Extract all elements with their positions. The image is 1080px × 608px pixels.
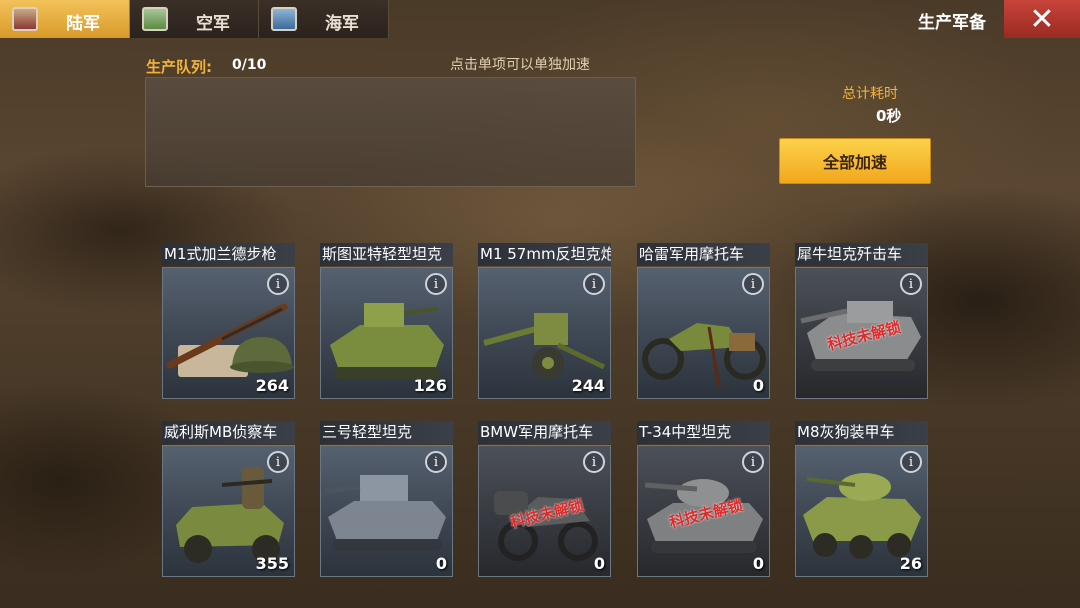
ship-flag-icon — [271, 7, 297, 31]
unit-name: BMW军用摩托车 — [478, 421, 611, 444]
tab-navy[interactable]: 海军 — [259, 0, 389, 38]
unit-name: M1式加兰德步枪 — [162, 243, 295, 266]
info-icon[interactable]: i — [267, 273, 289, 295]
close-icon: ✕ — [1029, 1, 1055, 37]
queue-count: 0/10 — [232, 57, 267, 73]
unit-card-locked[interactable]: T-34中型坦克 i 科技未解锁 0 — [637, 421, 770, 577]
close-button[interactable]: ✕ — [1004, 0, 1080, 38]
unit-name: 威利斯MB侦察车 — [162, 421, 295, 444]
info-icon[interactable]: i — [742, 451, 764, 473]
unit-name: 斯图亚特轻型坦克 — [320, 243, 453, 266]
unit-card[interactable]: M1 57mm反坦克炮 i 244 — [478, 243, 611, 399]
tank-flag-icon — [12, 7, 38, 31]
info-icon[interactable]: i — [900, 451, 922, 473]
page-title: 生产军备 — [918, 13, 986, 33]
tab-air-force[interactable]: 空军 — [130, 0, 259, 38]
unit-name: M1 57mm反坦克炮 — [478, 243, 611, 266]
unit-count: 0 — [435, 554, 447, 573]
queue-hint: 点击单项可以单独加速 — [450, 57, 590, 73]
info-icon[interactable]: i — [267, 451, 289, 473]
unit-card-locked[interactable]: 犀牛坦克歼击车 i 科技未解锁 — [795, 243, 928, 399]
production-queue[interactable] — [145, 77, 636, 187]
info-icon[interactable]: i — [583, 451, 605, 473]
tab-navy-label: 海军 — [325, 14, 359, 34]
info-icon[interactable]: i — [425, 273, 447, 295]
plane-flag-icon — [142, 7, 168, 31]
unit-count: 0 — [752, 376, 764, 395]
tab-air-force-label: 空军 — [196, 14, 230, 34]
unit-count: 355 — [255, 554, 289, 573]
unit-card[interactable]: M1式加兰德步枪 i 264 — [162, 243, 295, 399]
unit-count: 0 — [593, 554, 605, 573]
unit-count: 0 — [752, 554, 764, 573]
unit-name: 犀牛坦克歼击车 — [795, 243, 928, 266]
tab-army-label: 陆军 — [66, 14, 100, 34]
info-icon[interactable]: i — [900, 273, 922, 295]
unit-name: M8灰狗装甲车 — [795, 421, 928, 444]
unit-card-locked[interactable]: BMW军用摩托车 i 科技未解锁 0 — [478, 421, 611, 577]
unit-card[interactable]: 哈雷军用摩托车 i 0 — [637, 243, 770, 399]
info-icon[interactable]: i — [742, 273, 764, 295]
unit-name: 哈雷军用摩托车 — [637, 243, 770, 266]
unit-card[interactable]: 三号轻型坦克 i 0 — [320, 421, 453, 577]
unit-card[interactable]: 威利斯MB侦察车 i 355 — [162, 421, 295, 577]
unit-count: 244 — [571, 376, 605, 395]
tab-army[interactable]: 陆军 — [0, 0, 130, 38]
info-icon[interactable]: i — [583, 273, 605, 295]
total-time-value: 0秒 — [876, 107, 902, 125]
top-bar: 陆军 空军 海军 生产军备 ✕ — [0, 0, 1080, 40]
info-icon[interactable]: i — [425, 451, 447, 473]
unit-count: 26 — [899, 554, 922, 573]
unit-name: T-34中型坦克 — [637, 421, 770, 444]
unit-card[interactable]: M8灰狗装甲车 i 26 — [795, 421, 928, 577]
speed-up-all-button[interactable]: 全部加速 — [779, 138, 931, 184]
unit-name: 三号轻型坦克 — [320, 421, 453, 444]
unit-count: 264 — [255, 376, 289, 395]
unit-card[interactable]: 斯图亚特轻型坦克 i 126 — [320, 243, 453, 399]
total-time-label: 总计耗时 — [842, 86, 898, 102]
unit-count: 126 — [413, 376, 447, 395]
queue-label: 生产队列: — [146, 58, 212, 76]
